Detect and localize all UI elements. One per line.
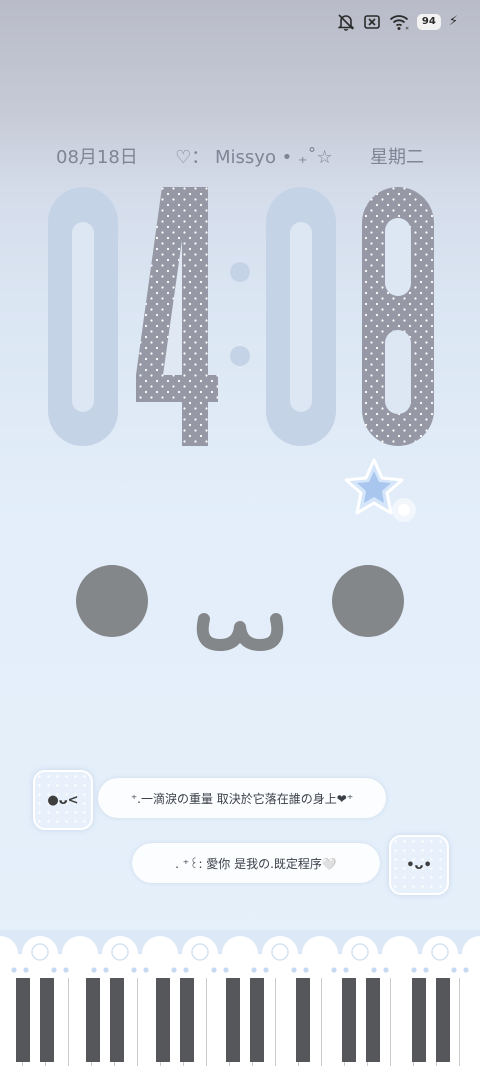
battery-level: 94 (421, 16, 436, 27)
piano-black-key (156, 978, 170, 1062)
clock-colon (230, 262, 250, 366)
weekday-label: 星期二 (369, 147, 424, 168)
mute-icon (337, 13, 355, 31)
piano-black-key (366, 978, 380, 1062)
clock-minute-tens (266, 187, 336, 446)
clock-minute-ones (362, 187, 434, 446)
avatar-face: •ᴗ• (406, 857, 432, 873)
piano-black-key (436, 978, 450, 1062)
piano-white-key (460, 978, 480, 1066)
clock-hour-tens (48, 187, 118, 446)
piano-white-key (391, 978, 414, 1066)
face-right-eye (332, 565, 404, 637)
piano-black-key (110, 978, 124, 1062)
piano-black-key (226, 978, 240, 1062)
face-left-eye (76, 565, 148, 637)
piano-black-key (180, 978, 194, 1062)
lockscreen-clock (0, 180, 480, 460)
lace-border (0, 930, 480, 982)
piano-black-key (296, 978, 310, 1062)
lockscreen-info-row: 08月18日 ♡： Missyo • ₊˚☆ 星期二 (56, 143, 424, 169)
date-label: 08月18日 (56, 147, 138, 168)
chat-message: ⁺.一滴淚の重量 取決於它落在誰の身上❤⁺ (130, 791, 354, 806)
piano-black-key (16, 978, 30, 1062)
chat-bubble: . ⁺꒰: 愛你 是我の.既定程序🤍 (132, 843, 380, 883)
star-icon (340, 456, 424, 532)
no-sim-icon (363, 13, 381, 31)
piano-keys (0, 978, 480, 1066)
wifi-icon: ✕ (389, 13, 409, 31)
avatar-face: ●ᴗ< (47, 792, 79, 808)
piano-black-key (412, 978, 426, 1062)
piano-black-key (40, 978, 54, 1062)
piano-black-key (86, 978, 100, 1062)
chat-bubble: ⁺.一滴淚の重量 取決於它落在誰の身上❤⁺ (98, 778, 386, 818)
clock-hour-ones (136, 187, 218, 446)
piano-black-key (250, 978, 264, 1062)
piano-black-key (342, 978, 356, 1062)
custom-message: ♡： Missyo • ₊˚☆ (175, 147, 333, 168)
chat-avatar: •ᴗ• (389, 835, 449, 895)
svg-text:✕: ✕ (405, 26, 409, 31)
battery-icon: 94 (416, 14, 441, 30)
status-bar: ✕ 94 ⚡ (337, 10, 458, 34)
chat-avatar: ●ᴗ< (33, 770, 93, 830)
chat-message: . ⁺꒰: 愛你 是我の.既定程序🤍 (175, 856, 337, 871)
charging-icon: ⚡ (448, 14, 458, 29)
face-mouth (192, 605, 288, 659)
